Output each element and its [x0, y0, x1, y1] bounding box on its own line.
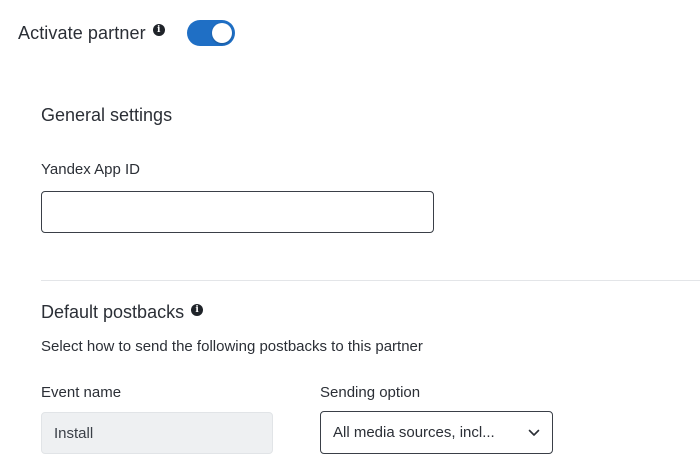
- sending-option-value: All media sources, incl...: [333, 424, 495, 441]
- section-divider: [41, 280, 700, 281]
- default-postbacks-heading: Default postbacks i: [41, 302, 204, 323]
- postbacks-description: Select how to send the following postbac…: [41, 338, 423, 355]
- info-icon[interactable]: i: [191, 303, 204, 316]
- sending-option-select[interactable]: All media sources, incl...: [320, 411, 553, 454]
- event-name-field: Install: [41, 412, 273, 454]
- activate-partner-row: Activate partner i: [18, 20, 235, 46]
- activate-partner-toggle[interactable]: [186, 20, 235, 46]
- partner-settings-page: Activate partner i General settings Yand…: [0, 0, 700, 474]
- info-icon[interactable]: i: [152, 24, 165, 36]
- activate-partner-label: Activate partner: [18, 22, 146, 43]
- default-postbacks-title: Default postbacks: [41, 302, 185, 322]
- general-settings-title: General settings: [41, 105, 173, 125]
- toggle-knob: [211, 23, 232, 43]
- event-name-value: Install: [54, 424, 94, 442]
- yandex-app-id-input[interactable]: [41, 191, 434, 233]
- chevron-down-icon: [528, 427, 540, 439]
- sending-option-header: Sending option: [320, 384, 421, 401]
- yandex-app-id-label: Yandex App ID: [41, 161, 140, 178]
- event-name-header: Event name: [41, 384, 122, 401]
